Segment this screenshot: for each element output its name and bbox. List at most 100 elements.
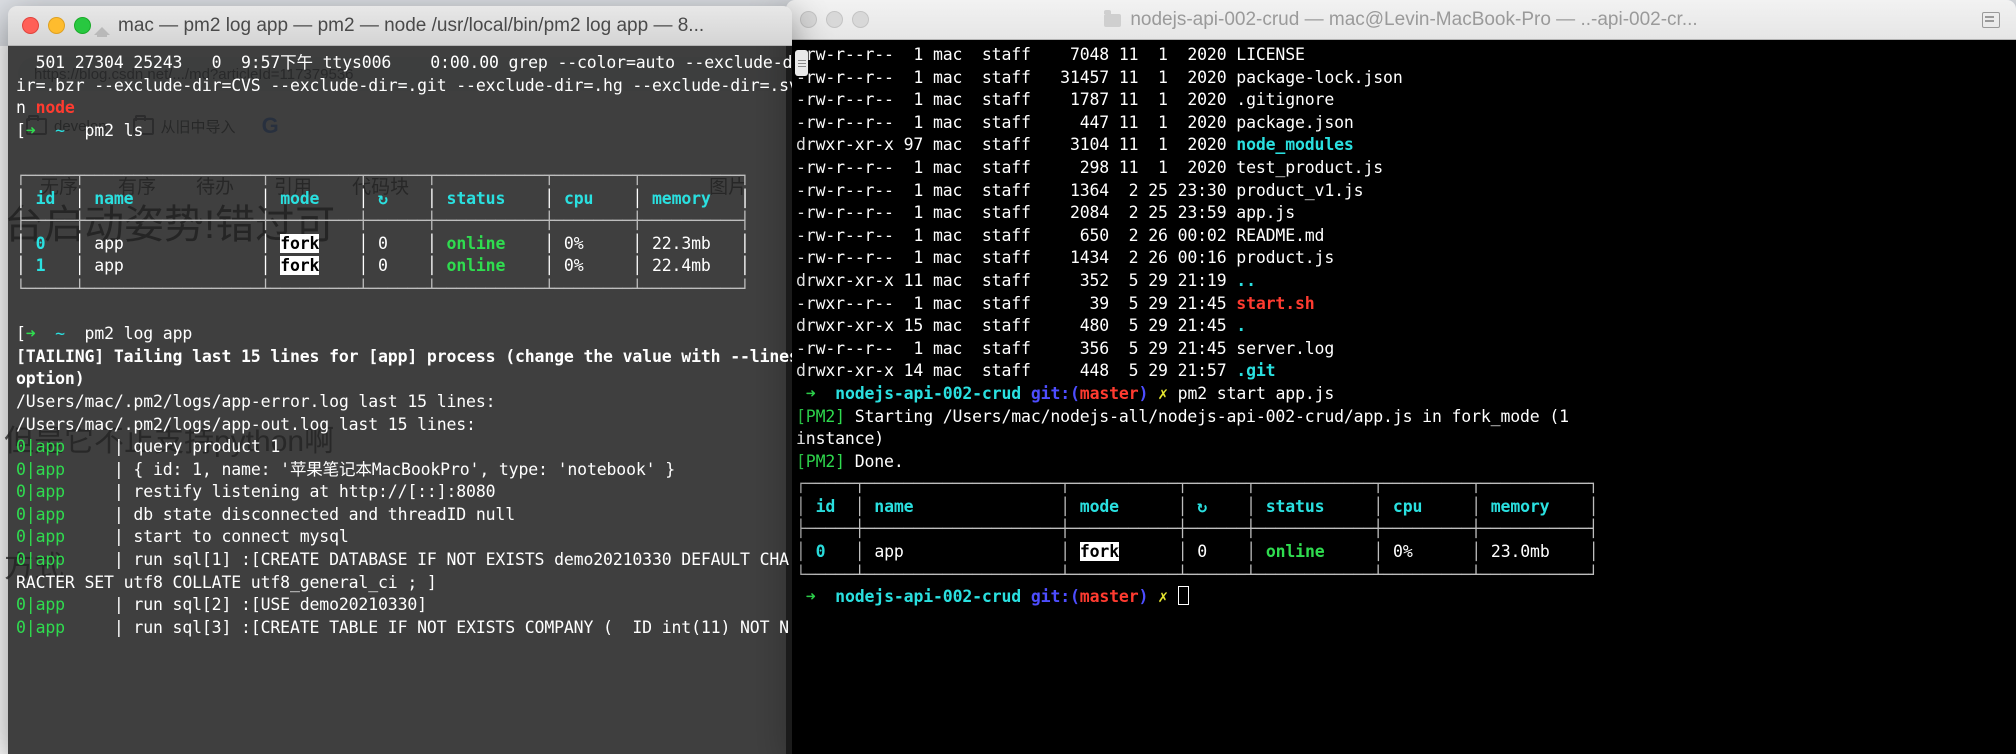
git-dirty-icon: ✗	[1158, 587, 1168, 606]
titlebar-left[interactable]: mac — pm2 log app — pm2 — node /usr/loca…	[8, 6, 792, 46]
file-meta: drwxr-xr-x 14 mac staff 448 5 29 21:57	[796, 361, 1236, 380]
file-meta: drwxr-xr-x 97 mac staff 3104 11 1 2020	[796, 135, 1236, 154]
table-cell: 0%	[1393, 542, 1413, 561]
terminal-text: id	[36, 189, 56, 208]
terminal-text: 0|app	[16, 618, 65, 637]
file-name: product_v1.js	[1236, 181, 1363, 200]
file-listing-row: -rwxr--r-- 1 mac staff 39 5 29 21:45 sta…	[796, 293, 2006, 316]
terminal-text: pm2 log app	[65, 324, 192, 343]
minimize-button[interactable]	[826, 11, 843, 28]
terminal-text: | { id: 1, name: '苹果笔记本MacBookPro', type…	[65, 460, 675, 479]
terminal-line: [➜ ~ pm2 ls	[16, 120, 784, 143]
terminal-text: | db state disconnected and threadID nul…	[65, 505, 515, 524]
titlebar-right[interactable]: nodejs-api-002-crud — mac@Levin-MacBook-…	[786, 0, 2016, 40]
terminal-line: 501 27304 25243 0 9:57下午 ttys006 0:00.00…	[16, 52, 784, 75]
table-border: ├─────┼────────────────────┼───────────┼…	[796, 519, 1598, 538]
pm2-table-mid-border: ├─────┼────────────────────┼───────────┼…	[796, 518, 2006, 541]
pm2-output-line: [PM2] Starting /Users/mac/nodejs-all/nod…	[796, 406, 2006, 429]
folder-icon	[1104, 14, 1121, 27]
spacer	[1168, 587, 1178, 606]
file-name: product.js	[1236, 248, 1334, 267]
terminal-text: 0|app	[16, 482, 65, 501]
spacer	[1148, 384, 1158, 403]
terminal-text: │	[505, 189, 564, 208]
terminal-text: 501 27304 25243 0 9:57下午 ttys006 0:00.00…	[16, 53, 792, 72]
terminal-window-left[interactable]: mac — pm2 log app — pm2 — node /usr/loca…	[8, 6, 792, 754]
terminal-text: memory	[652, 189, 711, 208]
file-listing-row: -rw-r--r-- 1 mac staff 31457 11 1 2020 p…	[796, 67, 2006, 90]
terminal-text: │	[16, 189, 36, 208]
close-button[interactable]	[22, 17, 39, 34]
table-border: └─────┴────────────────────┴───────────┴…	[796, 565, 1598, 584]
file-name: .	[1236, 316, 1246, 335]
terminal-text: node	[36, 98, 75, 117]
scrollbar-thumb-right[interactable]	[795, 50, 808, 76]
terminal-line: [➜ ~ pm2 log app	[16, 323, 784, 346]
terminal-text: │ 0 │	[319, 234, 446, 253]
terminal-line: option)	[16, 368, 784, 391]
terminal-line: 0|app | query product 1	[16, 436, 784, 459]
terminal-window-right[interactable]: nodejs-api-002-crud — mac@Levin-MacBook-…	[786, 0, 2016, 754]
prompt-directory: nodejs-api-002-crud	[835, 384, 1021, 403]
maximize-button[interactable]	[74, 17, 91, 34]
terminal-text: mode	[280, 189, 319, 208]
terminal-line	[16, 142, 784, 165]
file-meta: drwxr-xr-x 11 mac staff 352 5 29 21:19	[796, 271, 1236, 290]
terminal-text: │	[319, 189, 378, 208]
terminal-text: pm2 ls	[65, 121, 143, 140]
table-border: │	[1373, 542, 1383, 561]
terminal-text: 0|app	[16, 527, 65, 546]
terminal-text: n	[16, 98, 36, 117]
pm2-table-header-row: │ id │ name │ mode │ ↻ │ status │ cpu │ …	[796, 496, 2006, 519]
terminal-output-left[interactable]: 501 27304 25243 0 9:57下午 ttys006 0:00.00…	[8, 46, 792, 754]
terminal-text: ↻	[378, 189, 388, 208]
terminal-text: cpu	[564, 189, 593, 208]
minimize-button[interactable]	[48, 17, 65, 34]
file-listing-row: -rw-r--r-- 1 mac staff 447 11 1 2020 pac…	[796, 112, 2006, 135]
file-name: .gitignore	[1236, 90, 1334, 109]
terminal-text: 1	[36, 256, 46, 275]
table-cell: app	[874, 542, 903, 561]
terminal-text: │ 0% │ 22.3mb │	[505, 234, 750, 253]
file-meta: drwxr-xr-x 15 mac staff 480 5 29 21:45	[796, 316, 1236, 335]
window-menu-icon[interactable]	[1982, 12, 2000, 28]
cell-pad	[1256, 542, 1266, 561]
terminal-line: 0|app | run sql[1] :[CREATE DATABASE IF …	[16, 549, 784, 572]
terminal-line	[16, 301, 784, 324]
terminal-text: option)	[16, 369, 85, 388]
table-border: │	[1178, 497, 1188, 516]
prompt-arrow-icon: ➜	[806, 384, 816, 403]
file-listing-row: -rw-r--r-- 1 mac staff 2084 2 25 23:59 a…	[796, 202, 2006, 225]
cell-pad	[904, 542, 1061, 561]
terminal-line: 0|app | start to connect mysql	[16, 526, 784, 549]
close-button[interactable]	[800, 11, 817, 28]
file-meta: -rw-r--r-- 1 mac staff 1787 11 1 2020	[796, 90, 1236, 109]
terminal-text: [	[16, 324, 26, 343]
terminal-text: status	[447, 189, 506, 208]
table-border: │	[1589, 542, 1599, 561]
table-header-cell: name	[865, 497, 1061, 516]
terminal-text: ~	[55, 324, 65, 343]
cell-pad	[1070, 542, 1080, 561]
file-name: server.log	[1236, 339, 1334, 358]
terminal-text: fork	[280, 256, 319, 275]
table-header-cell: memory	[1481, 497, 1589, 516]
terminal-text: │ app │	[45, 234, 280, 253]
file-meta: -rw-r--r-- 1 mac staff 298 11 1 2020	[796, 158, 1236, 177]
scrollbar-grip-icon	[798, 63, 806, 64]
maximize-button[interactable]	[852, 11, 869, 28]
terminal-text: online	[447, 256, 506, 275]
terminal-text: 0|app	[16, 437, 65, 456]
table-cell: 23.0mb	[1491, 542, 1550, 561]
terminal-text: | restify listening at http://[::]:8080	[65, 482, 496, 501]
terminal-text: │	[55, 189, 94, 208]
terminal-output-right[interactable]: -rw-r--r-- 1 mac staff 7048 11 1 2020 LI…	[786, 40, 2016, 754]
terminal-text: | run sql[3] :[CREATE TABLE IF NOT EXIST…	[65, 618, 789, 637]
terminal-text: 0|app	[16, 550, 65, 569]
terminal-line: │ 1 │ app │ fork │ 0 │ online │ 0% │ 22.…	[16, 255, 784, 278]
cell-pad	[825, 542, 854, 561]
spacer	[816, 587, 836, 606]
table-border: │	[1589, 497, 1599, 516]
spacer	[796, 587, 806, 606]
terminal-line: ┌─────┬──────────────────┬─────────┬────…	[16, 165, 784, 188]
